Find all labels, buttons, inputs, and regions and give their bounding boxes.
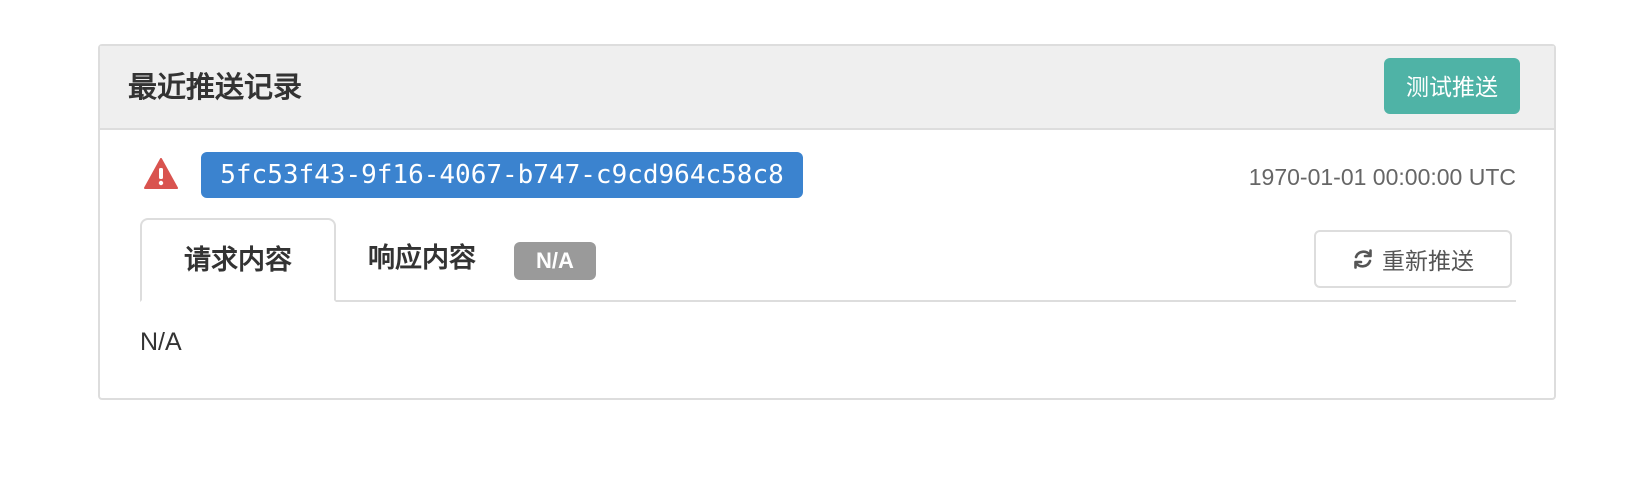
recent-push-panel: 最近推送记录 测试推送 5fc53f43-9f16-4067-b747-c9cd… bbox=[98, 44, 1556, 400]
resend-label: 重新推送 bbox=[1382, 248, 1474, 274]
event-id-label: 5fc53f43-9f16-4067-b747-c9cd964c58c8 bbox=[201, 152, 803, 198]
push-timestamp: 1970-01-01 00:00:00 UTC bbox=[1248, 164, 1516, 190]
warning-icon bbox=[144, 158, 178, 190]
refresh-icon bbox=[1352, 248, 1374, 270]
test-push-button[interactable]: 测试推送 bbox=[1384, 58, 1520, 114]
panel-heading: 最近推送记录 测试推送 bbox=[100, 46, 1554, 130]
request-content-text: N/A bbox=[140, 328, 182, 356]
panel-title: 最近推送记录 bbox=[128, 72, 303, 104]
tab-response-label: 响应内容 bbox=[368, 243, 476, 273]
resend-button[interactable]: 重新推送 bbox=[1314, 230, 1512, 288]
response-status-badge: N/A bbox=[514, 242, 596, 280]
tab-request-content[interactable]: 请求内容 bbox=[140, 218, 336, 302]
